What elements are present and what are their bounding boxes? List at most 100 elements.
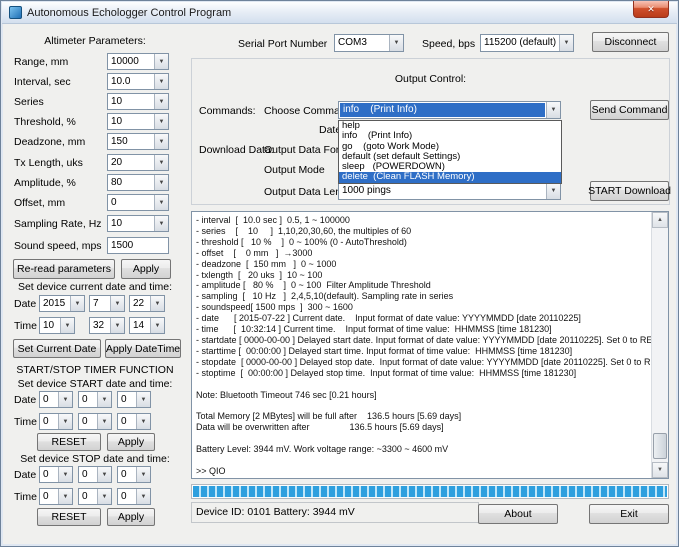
start-time-hour-combobox[interactable]: 0 ▼	[39, 413, 73, 430]
current-time-minute-combobox[interactable]: 32 ▼	[89, 317, 125, 334]
close-icon: ✕	[647, 4, 655, 15]
stop-time-hour-combobox[interactable]: 0 ▼	[39, 488, 73, 505]
chevron-down-icon[interactable]: ▼	[546, 183, 560, 199]
altimeter-heading: Altimeter Parameters:	[9, 35, 181, 47]
chevron-down-icon[interactable]: ▼	[154, 134, 168, 149]
chevron-down-icon[interactable]: ▼	[97, 489, 111, 504]
stop-apply-button[interactable]: Apply	[107, 508, 155, 526]
command-option-sleep[interactable]: sleep (POWERDOWN)	[339, 162, 561, 172]
series-label: Series	[14, 96, 44, 108]
chevron-down-icon[interactable]: ▼	[97, 467, 111, 482]
current-date-day-combobox[interactable]: 22 ▼	[129, 295, 165, 312]
sampling-rate-label: Sampling Rate, Hz	[14, 218, 102, 230]
chevron-down-icon[interactable]: ▼	[154, 155, 168, 170]
deadzone-combobox[interactable]: 150 ▼	[107, 133, 169, 150]
send-command-button[interactable]: Send Command	[590, 100, 669, 120]
chevron-down-icon[interactable]: ▼	[70, 296, 84, 311]
chevron-down-icon[interactable]: ▼	[97, 392, 111, 407]
speed-combobox[interactable]: 115200 (default) ▼	[480, 34, 574, 52]
current-date-year-combobox[interactable]: 2015 ▼	[39, 295, 85, 312]
start-date-day-combobox[interactable]: 0 ▼	[117, 391, 151, 408]
current-time-second-combobox[interactable]: 14 ▼	[129, 317, 165, 334]
deadzone-label: Deadzone, mm	[14, 136, 85, 148]
chevron-down-icon[interactable]: ▼	[154, 195, 168, 210]
window-title: Autonomous Echologger Control Program	[27, 7, 231, 19]
chevron-down-icon[interactable]: ▼	[154, 114, 168, 129]
apply-datetime-button[interactable]: Apply DateTime	[105, 339, 181, 358]
chevron-down-icon[interactable]: ▼	[58, 467, 72, 482]
start-reset-button[interactable]: RESET	[37, 433, 101, 451]
command-option-go[interactable]: go (goto Work Mode)	[339, 142, 561, 152]
range-combobox[interactable]: 10000 ▼	[107, 53, 169, 70]
chevron-down-icon[interactable]: ▼	[154, 74, 168, 89]
stop-date-year-combobox[interactable]: 0 ▼	[39, 466, 73, 483]
chevron-down-icon[interactable]: ▼	[136, 414, 150, 429]
start-apply-button[interactable]: Apply	[107, 433, 155, 451]
chevron-down-icon[interactable]: ▼	[136, 489, 150, 504]
chevron-down-icon[interactable]: ▼	[546, 102, 560, 118]
command-option-delete[interactable]: delete (Clean FLASH Memory)	[339, 172, 561, 182]
current-time-hour-value: 10	[40, 318, 60, 333]
threshold-combobox[interactable]: 10 ▼	[107, 113, 169, 130]
speed-value: 115200 (default)	[481, 35, 559, 51]
scrollbar-thumb[interactable]	[653, 433, 667, 459]
chevron-down-icon[interactable]: ▼	[60, 318, 74, 333]
output-data-length-combobox[interactable]: 1000 pings ▼	[338, 182, 561, 200]
chevron-down-icon[interactable]: ▼	[150, 318, 164, 333]
chevron-down-icon[interactable]: ▼	[154, 94, 168, 109]
close-button[interactable]: ✕	[633, 1, 669, 18]
chevron-down-icon[interactable]: ▼	[58, 414, 72, 429]
interval-combobox[interactable]: 10.0 ▼	[107, 73, 169, 90]
start-download-button[interactable]: START Download	[590, 181, 669, 201]
chevron-down-icon[interactable]: ▼	[136, 392, 150, 407]
chevron-down-icon[interactable]: ▼	[154, 175, 168, 190]
console-scrollbar[interactable]: ▲ ▼	[651, 212, 668, 478]
chevron-down-icon[interactable]: ▼	[110, 296, 124, 311]
stop-time-minute-combobox[interactable]: 0 ▼	[78, 488, 112, 505]
stop-time-second-combobox[interactable]: 0 ▼	[117, 488, 151, 505]
stop-date-month-combobox[interactable]: 0 ▼	[78, 466, 112, 483]
chevron-down-icon[interactable]: ▼	[150, 296, 164, 311]
chevron-down-icon[interactable]: ▼	[58, 489, 72, 504]
txlength-combobox[interactable]: 20 ▼	[107, 154, 169, 171]
about-button[interactable]: About	[478, 504, 558, 524]
current-date-month-combobox[interactable]: 7 ▼	[89, 295, 125, 312]
disconnect-button[interactable]: Disconnect	[592, 32, 669, 52]
scroll-up-icon[interactable]: ▲	[652, 212, 668, 228]
start-time-minute-combobox[interactable]: 0 ▼	[78, 413, 112, 430]
chevron-down-icon[interactable]: ▼	[97, 414, 111, 429]
chevron-down-icon[interactable]: ▼	[110, 318, 124, 333]
chevron-down-icon[interactable]: ▼	[154, 216, 168, 231]
title-bar[interactable]: Autonomous Echologger Control Program	[2, 2, 677, 24]
current-datetime-heading: Set device current date and time:	[9, 281, 181, 293]
sampling-rate-value: 10	[108, 216, 154, 231]
set-current-date-button[interactable]: Set Current Date	[13, 339, 101, 358]
amplitude-combobox[interactable]: 80 ▼	[107, 174, 169, 191]
chevron-down-icon[interactable]: ▼	[559, 35, 573, 51]
chevron-down-icon[interactable]: ▼	[389, 35, 403, 51]
start-time-second-combobox[interactable]: 0 ▼	[117, 413, 151, 430]
chevron-down-icon[interactable]: ▼	[136, 467, 150, 482]
command-option-info[interactable]: info (Print Info)	[339, 131, 561, 141]
chevron-down-icon[interactable]: ▼	[154, 54, 168, 69]
start-date-month-combobox[interactable]: 0 ▼	[78, 391, 112, 408]
serial-port-combobox[interactable]: COM3 ▼	[334, 34, 404, 52]
chevron-down-icon[interactable]: ▼	[58, 392, 72, 407]
exit-button[interactable]: Exit	[589, 504, 669, 524]
start-date-year-combobox[interactable]: 0 ▼	[39, 391, 73, 408]
current-time-hour-combobox[interactable]: 10 ▼	[39, 317, 75, 334]
scroll-down-icon[interactable]: ▼	[652, 462, 668, 478]
command-combobox[interactable]: info (Print Info) ▼	[338, 101, 561, 119]
reread-parameters-button[interactable]: Re-read parameters	[13, 259, 115, 279]
threshold-value: 10	[108, 114, 154, 129]
apply-parameters-button[interactable]: Apply	[121, 259, 171, 279]
offset-combobox[interactable]: 0 ▼	[107, 194, 169, 211]
series-combobox[interactable]: 10 ▼	[107, 93, 169, 110]
stop-date-day-combobox[interactable]: 0 ▼	[117, 466, 151, 483]
stop-reset-button[interactable]: RESET	[37, 508, 101, 526]
soundspeed-input[interactable]: 1500	[107, 237, 169, 254]
command-option-help[interactable]: help	[339, 121, 561, 131]
console-output[interactable]: - interval [ 10.0 sec ] 0.5, 1 ~ 100000 …	[191, 211, 669, 479]
sampling-rate-combobox[interactable]: 10 ▼	[107, 215, 169, 232]
command-option-default[interactable]: default (set default Settings)	[339, 152, 561, 162]
